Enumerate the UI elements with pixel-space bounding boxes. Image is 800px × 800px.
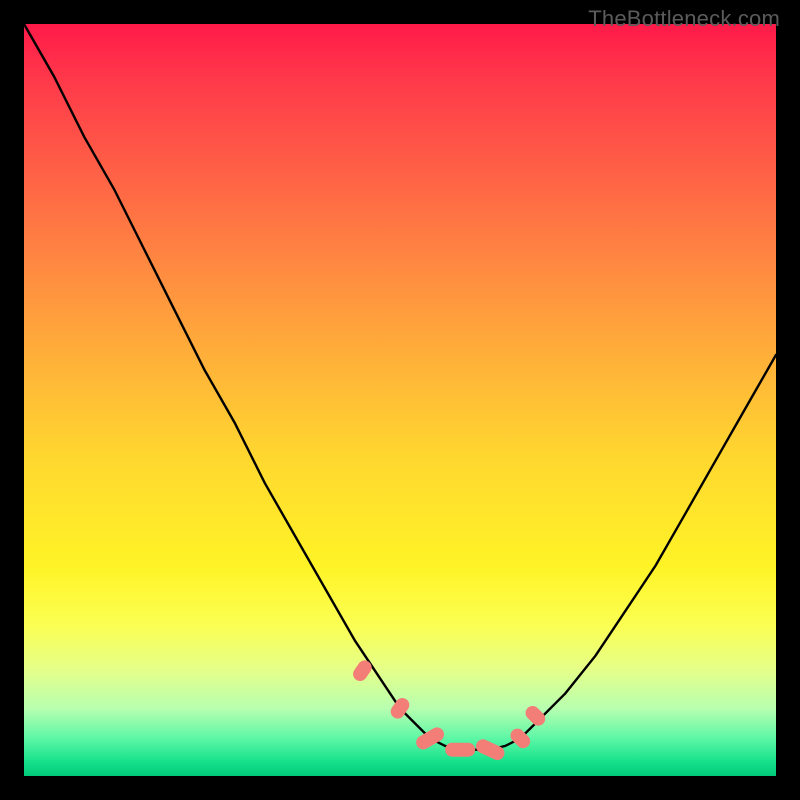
marker-segment xyxy=(414,725,447,752)
marker-band xyxy=(350,658,548,763)
chart-area xyxy=(24,24,776,776)
bottleneck-curve xyxy=(24,24,776,750)
marker-segment xyxy=(474,737,507,762)
marker-segment xyxy=(445,743,475,757)
plot-svg xyxy=(24,24,776,776)
marker-segment xyxy=(350,658,374,684)
marker-segment xyxy=(523,703,548,728)
